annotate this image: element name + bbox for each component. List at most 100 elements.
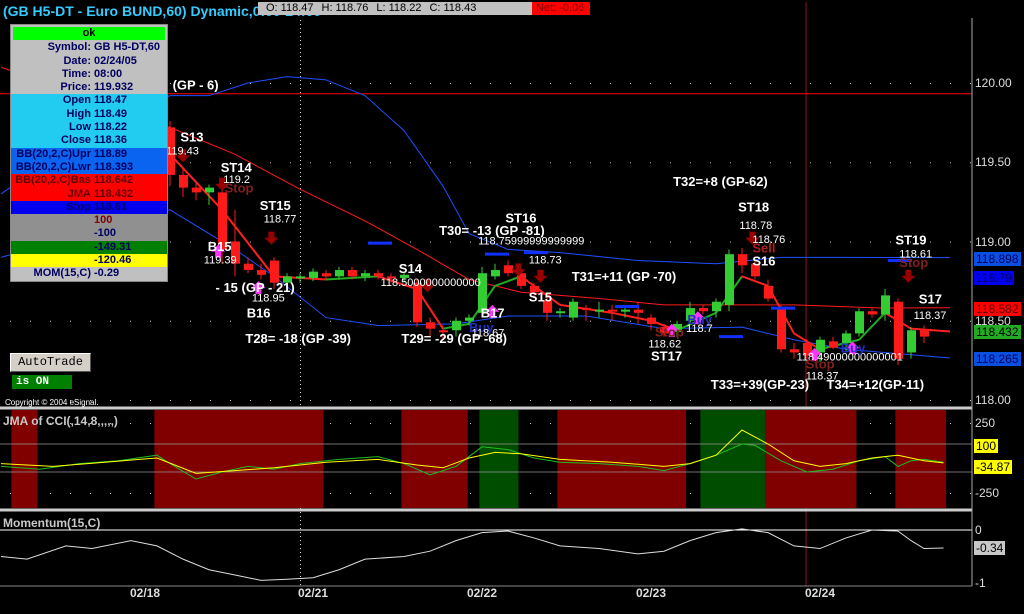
session-divider [300,168,301,169]
grid-dot [130,400,131,401]
data-window-value: -100 [94,227,117,240]
grid-dot [130,493,131,494]
grid-dot [470,83,471,84]
session-divider [300,148,301,149]
grid-dot [890,241,891,243]
date-label: 02/22 [467,586,498,600]
candle-up [296,276,305,279]
session-divider [300,120,301,121]
data-window-row: -100 [11,227,167,241]
trade-label: Stop [806,356,835,371]
session-divider [300,584,301,585]
price-tag: 118.432 [974,325,1021,339]
grid-dot [870,320,871,322]
close-value: C: 118.43 [429,2,477,14]
grid-dot [470,162,471,164]
candle-down [244,263,253,271]
candle-up [621,309,630,312]
session-divider [300,316,301,317]
grid-dot [850,400,851,401]
session-divider [300,116,301,117]
grid-dot [490,83,491,84]
data-window-key: Low [69,121,91,134]
grid-dot [370,400,371,401]
data-window[interactable]: ok Symbol: GB H5-DT,60 Date: 02/24/05 Time: 0… [10,24,168,282]
candle-down [699,308,708,312]
data-window-key: Stop [66,200,91,213]
data-window-value: GB H5-DT,60 [94,41,161,54]
data-window-key: Close [61,134,91,147]
momentum-panel-title: Momentum(15,C) [3,516,101,530]
grid-dot [310,162,311,164]
grid-dot [650,400,651,401]
cci-tick: -250 [975,486,1000,500]
candle-up [725,254,734,305]
grid-dot [890,423,891,424]
grid-dot [130,320,131,322]
grid-dot [270,162,271,164]
grid-dot [330,400,331,401]
grid-dot [350,241,351,243]
grid-dot [570,320,571,322]
grid-dot [390,320,391,322]
session-divider [300,360,301,361]
data-window-row: -149.31 [11,240,167,255]
grid-dot [550,400,551,401]
grid-dot [810,162,811,164]
grid-dot [70,493,71,494]
grid-dot [450,320,451,322]
grid-dot [910,400,911,401]
grid-dot [830,320,831,322]
grid-dot [410,241,411,243]
autotrade-button[interactable]: AutoTrade [10,353,91,372]
jma-segment [611,311,652,322]
grid-dot [90,320,91,322]
grid-dot [730,83,731,84]
session-divider [300,236,301,237]
session-divider [300,284,301,285]
session-divider [300,392,301,393]
grid-dot [150,400,151,401]
data-window-key: High [66,107,91,120]
grid-dot [610,320,611,322]
grid-dot [910,83,911,84]
grid-dot [630,320,631,322]
grid-dot [290,241,291,243]
trade-label: Stop [225,180,254,195]
session-divider [300,44,301,45]
trade-label: B16 [247,306,271,321]
cci-region-bear [557,410,687,508]
autotrade-status: is ON [12,375,72,389]
candle-up [361,273,370,277]
candle-down [257,270,266,275]
ohlc-bar: O: 118.47 H: 118.76 L: 118.22 C: 118.43 … [258,2,590,15]
grid-dot [410,83,411,84]
low-value: L: 118.22 [376,2,422,14]
grid-dot [970,493,971,494]
data-window-row: Price: 119.932 [11,81,167,95]
grid-dot [390,423,391,424]
grid-dot [390,400,391,401]
trade-label: T28= -18 (GP -39) [245,331,351,346]
grid-dot [870,400,871,401]
grid-dot [790,162,791,164]
candle-down [582,308,591,311]
data-window-value: 118.49 [94,107,128,120]
grid-dot [530,423,531,424]
trade-label: 118.78 [739,220,772,232]
grid-dot [730,162,731,164]
grid-dot [690,241,691,243]
session-divider [300,324,301,325]
trade-label: Stop [899,255,928,270]
grid-dot [570,83,571,84]
session-divider [300,96,301,97]
sell-arrow-icon [533,269,548,283]
trade-label: ST16 [505,210,536,225]
trade-label: T29= -29 (GP -68) [401,331,507,346]
cci-tag: -34.87 [974,459,1013,474]
session-divider [300,260,301,261]
candle-up [881,295,890,315]
grid-dot [450,241,451,243]
grid-dot [370,320,371,322]
grid-dot [690,400,691,401]
